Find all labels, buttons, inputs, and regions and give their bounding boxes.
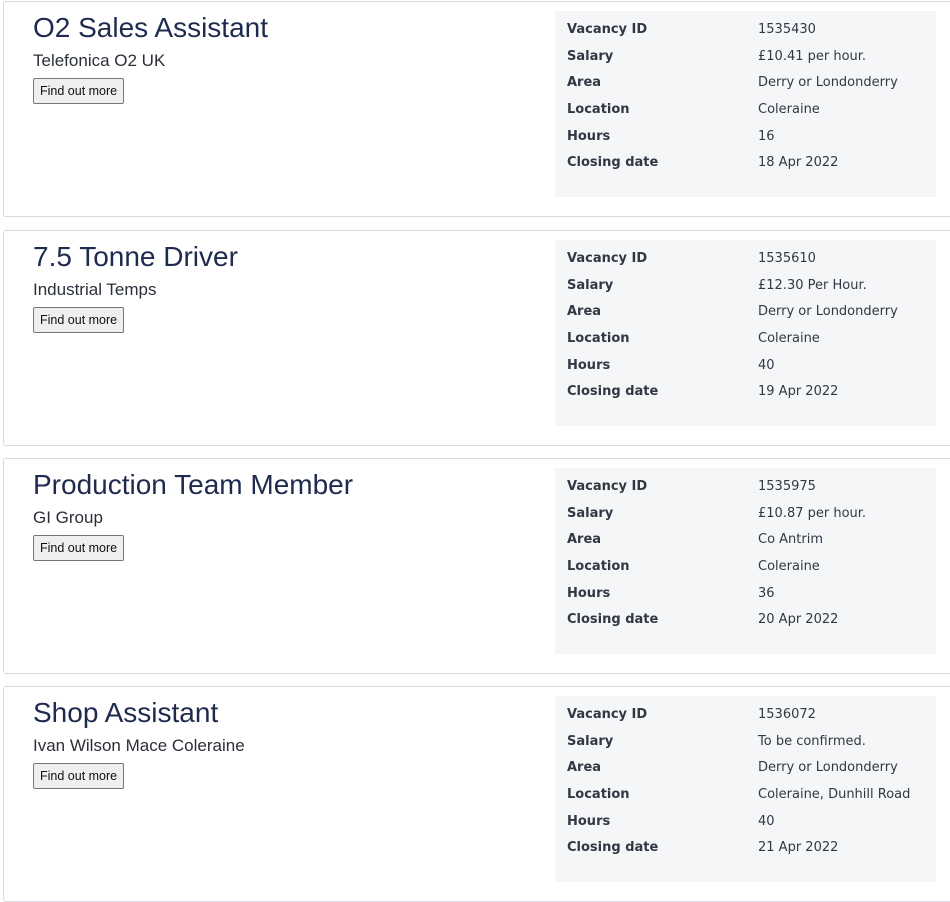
employer-name: Ivan Wilson Mace Coleraine: [33, 736, 245, 755]
vacancy-id-value: 1535430: [758, 21, 816, 37]
vacancy-summary: 7.5 Tonne Driver Industrial Temps Find o…: [33, 239, 238, 333]
closing-date-value: 20 Apr 2022: [758, 612, 839, 628]
detail-row-location: Location Coleraine, Dunhill Road: [567, 781, 936, 808]
location-value: Coleraine: [758, 330, 820, 346]
detail-label: Salary: [567, 505, 614, 521]
area-value: Derry or Londonderry: [758, 304, 898, 320]
detail-label: Vacancy ID: [567, 478, 648, 494]
detail-row-salary: Salary £10.87 per hour.: [567, 500, 936, 527]
detail-row-area: Area Derry or Londonderry: [567, 298, 936, 325]
closing-date-value: 21 Apr 2022: [758, 840, 839, 856]
location-value: Coleraine: [758, 558, 820, 574]
find-out-more-button[interactable]: Find out more: [33, 307, 125, 333]
vacancy-summary: Shop Assistant Ivan Wilson Mace Colerain…: [33, 695, 245, 789]
detail-label: Salary: [567, 733, 614, 749]
detail-row-closing-date: Closing date 19 Apr 2022: [567, 378, 936, 405]
detail-row-area: Area Derry or Londonderry: [567, 754, 936, 781]
find-out-more-button[interactable]: Find out more: [33, 763, 125, 789]
detail-label: Hours: [567, 357, 611, 373]
detail-row-location: Location Coleraine: [567, 553, 936, 580]
vacancy-summary: O2 Sales Assistant Telefonica O2 UK Find…: [33, 10, 268, 104]
find-out-more-button[interactable]: Find out more: [33, 535, 125, 561]
employer-name: Industrial Temps: [33, 280, 157, 299]
detail-label: Closing date: [567, 840, 659, 856]
detail-row-area: Area Co Antrim: [567, 526, 936, 553]
location-value: Coleraine: [758, 101, 820, 117]
detail-label: Hours: [567, 585, 611, 601]
detail-row-salary: Salary £10.41 per hour.: [567, 43, 936, 70]
detail-label: Closing date: [567, 155, 659, 171]
detail-label: Area: [567, 304, 602, 320]
detail-label: Vacancy ID: [567, 21, 648, 37]
detail-row-hours: Hours 40: [567, 352, 936, 379]
detail-label: Location: [567, 558, 630, 574]
detail-label: Area: [567, 532, 602, 548]
vacancy-card: Shop Assistant Ivan Wilson Mace Colerain…: [3, 686, 950, 902]
detail-label: Closing date: [567, 384, 659, 400]
detail-label: Vacancy ID: [567, 250, 648, 266]
hours-value: 40: [758, 813, 775, 829]
hours-value: 40: [758, 357, 775, 373]
job-title: O2 Sales Assistant: [33, 12, 269, 43]
detail-row-closing-date: Closing date 18 Apr 2022: [567, 149, 936, 176]
area-value: Co Antrim: [758, 532, 824, 548]
detail-row-area: Area Derry or Londonderry: [567, 69, 936, 96]
detail-row-closing-date: Closing date 21 Apr 2022: [567, 834, 936, 861]
detail-label: Closing date: [567, 612, 659, 628]
find-out-more-button[interactable]: Find out more: [33, 78, 125, 104]
detail-label: Area: [567, 75, 602, 91]
hours-value: 36: [758, 585, 775, 601]
hours-value: 16: [758, 128, 775, 144]
detail-label: Hours: [567, 813, 611, 829]
detail-label: Location: [567, 786, 630, 802]
detail-label: Location: [567, 101, 630, 117]
vacancy-id-value: 1535975: [758, 478, 816, 494]
vacancy-details: Vacancy ID 1535610 Salary £12.30 Per Hou…: [555, 240, 936, 426]
detail-row-hours: Hours 36: [567, 580, 936, 607]
salary-value: To be confirmed.: [758, 733, 866, 749]
vacancy-card: O2 Sales Assistant Telefonica O2 UK Find…: [3, 1, 950, 217]
detail-row-vacancy-id: Vacancy ID 1535610: [567, 245, 936, 272]
detail-row-vacancy-id: Vacancy ID 1535430: [567, 16, 936, 43]
vacancy-card: 7.5 Tonne Driver Industrial Temps Find o…: [3, 230, 950, 446]
vacancy-summary: Production Team Member GI Group Find out…: [33, 467, 353, 561]
detail-row-location: Location Coleraine: [567, 96, 936, 123]
job-title: Shop Assistant: [33, 697, 219, 728]
detail-row-location: Location Coleraine: [567, 325, 936, 352]
detail-label: Location: [567, 330, 630, 346]
vacancy-details: Vacancy ID 1536072 Salary To be confirme…: [555, 696, 936, 882]
detail-row-salary: Salary £12.30 Per Hour.: [567, 272, 936, 299]
location-value: Coleraine, Dunhill Road: [758, 786, 911, 802]
detail-row-hours: Hours 16: [567, 123, 936, 150]
detail-label: Area: [567, 760, 602, 776]
vacancy-details: Vacancy ID 1535430 Salary £10.41 per hou…: [555, 11, 936, 197]
detail-row-vacancy-id: Vacancy ID 1535975: [567, 473, 936, 500]
salary-value: £10.87 per hour.: [758, 505, 867, 521]
detail-label: Hours: [567, 128, 611, 144]
detail-label: Salary: [567, 277, 614, 293]
vacancy-id-value: 1536072: [758, 706, 816, 722]
job-title: Production Team Member: [33, 469, 354, 500]
area-value: Derry or Londonderry: [758, 760, 898, 776]
vacancy-card: Production Team Member GI Group Find out…: [3, 458, 950, 674]
salary-value: £10.41 per hour.: [758, 48, 867, 64]
closing-date-value: 19 Apr 2022: [758, 384, 839, 400]
job-title: 7.5 Tonne Driver: [33, 241, 238, 272]
closing-date-value: 18 Apr 2022: [758, 155, 839, 171]
employer-name: GI Group: [33, 508, 103, 527]
detail-row-salary: Salary To be confirmed.: [567, 728, 936, 755]
detail-row-hours: Hours 40: [567, 808, 936, 835]
vacancy-id-value: 1535610: [758, 250, 816, 266]
salary-value: £12.30 Per Hour.: [758, 277, 867, 293]
employer-name: Telefonica O2 UK: [33, 51, 166, 70]
vacancy-details: Vacancy ID 1535975 Salary £10.87 per hou…: [555, 468, 936, 654]
detail-row-closing-date: Closing date 20 Apr 2022: [567, 606, 936, 633]
detail-label: Salary: [567, 48, 614, 64]
detail-label: Vacancy ID: [567, 706, 648, 722]
detail-row-vacancy-id: Vacancy ID 1536072: [567, 701, 936, 728]
area-value: Derry or Londonderry: [758, 75, 898, 91]
